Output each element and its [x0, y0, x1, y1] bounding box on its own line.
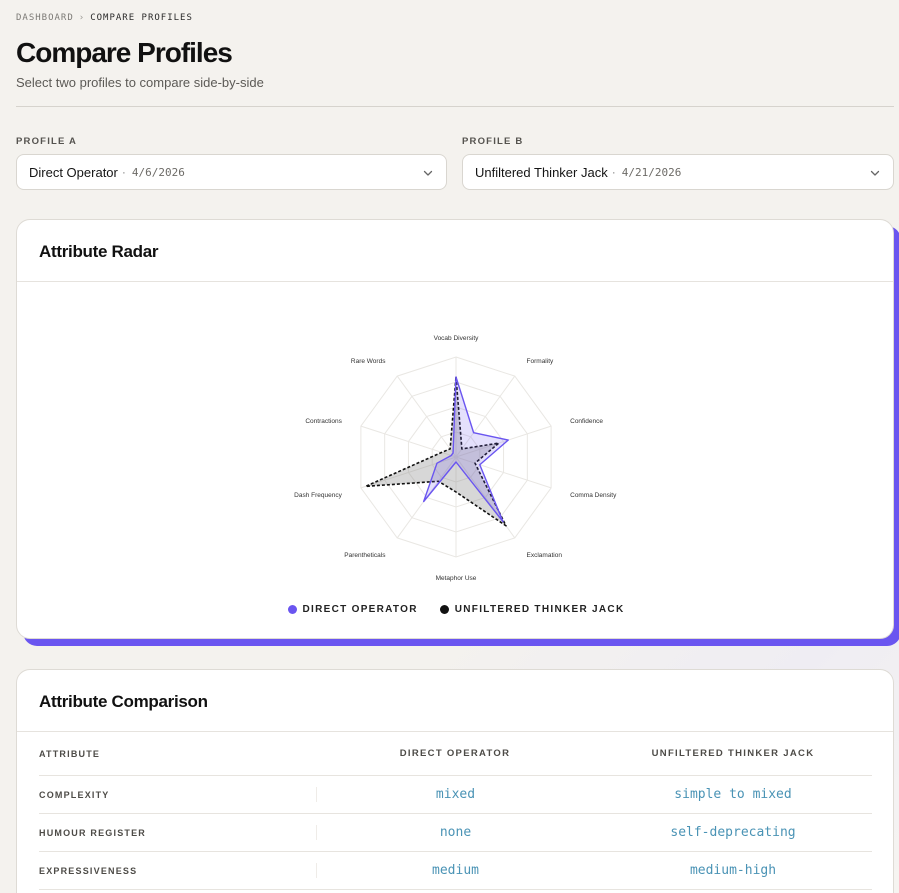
profile-a-name: Direct Operator	[29, 164, 118, 180]
chevron-down-icon	[870, 170, 880, 176]
comparison-table: ATTRIBUTE DIRECT OPERATOR UNFILTERED THI…	[39, 732, 872, 890]
radar-axis-label: Rare Words	[351, 358, 386, 365]
table-row: HUMOUR REGISTER none self-deprecating	[39, 814, 872, 852]
attribute-name: HUMOUR REGISTER	[39, 827, 147, 838]
radar-axis-label: Dash Frequency	[294, 492, 342, 499]
radar-axis-label: Contractions	[305, 418, 342, 425]
radar-axis-label: Formality	[527, 358, 554, 365]
column-header-attribute: ATTRIBUTE	[39, 748, 101, 759]
radar-axis-label: Metaphor Use	[436, 575, 477, 582]
profile-b-dot: ·	[611, 165, 616, 179]
header-divider	[16, 106, 894, 107]
profile-a-select[interactable]: Direct Operator · 4/6/2026	[16, 154, 447, 190]
attribute-name: COMPLEXITY	[39, 789, 110, 800]
legend-swatch	[439, 605, 449, 614]
attribute-radar-card: Attribute Radar Vocab Diversity Formality…	[16, 219, 894, 639]
radar-card-title: Attribute Radar	[39, 242, 159, 261]
breadcrumb-current: COMPARE PROFILES	[90, 13, 193, 23]
radar-legend: DIRECT OPERATOR UNFILTERED THINKER JACK	[17, 604, 895, 615]
column-header-profile-b: UNFILTERED THINKER JACK	[651, 748, 815, 759]
radar-axis-label: Confidence	[570, 418, 603, 425]
radar-chart: Vocab Diversity Formality Confidence Comma …	[294, 335, 617, 582]
table-row: COMPLEXITY mixed simple to mixed	[39, 776, 872, 814]
legend-label: DIRECT OPERATOR	[302, 604, 418, 615]
attribute-comparison-card: Attribute Comparison ATTRIBUTE DIRECT OP…	[16, 669, 894, 893]
profile-a-date: 4/6/2026	[131, 165, 185, 179]
profile-b-date: 4/21/2026	[621, 165, 682, 179]
page-title: Compare Profiles	[16, 37, 233, 68]
radar-axis-label: Parentheticals	[344, 552, 386, 559]
breadcrumb: DASHBOARD › COMPARE PROFILES	[16, 13, 193, 23]
radar-spoke	[396, 375, 457, 458]
profile-b-value: self-deprecating	[670, 825, 796, 840]
radar-card-header: Attribute Radar	[17, 220, 893, 282]
legend-swatch	[287, 605, 297, 614]
profile-a-dot: ·	[121, 165, 126, 179]
comparison-card-header: Attribute Comparison	[17, 670, 893, 732]
radar-series-direct-operator	[422, 376, 510, 523]
legend-item-unfiltered-thinker-jack: UNFILTERED THINKER JACK	[439, 604, 625, 615]
profile-b-name: Unfiltered Thinker Jack	[475, 164, 608, 180]
profile-b-value: medium-high	[689, 863, 777, 878]
attribute-name: EXPRESSIVENESS	[39, 865, 138, 876]
legend-item-direct-operator: DIRECT OPERATOR	[287, 604, 418, 615]
profile-a-label: PROFILE A	[16, 136, 78, 147]
table-row: EXPRESSIVENESS medium medium-high	[39, 852, 872, 890]
breadcrumb-separator: ›	[78, 13, 86, 23]
chevron-down-icon	[423, 170, 433, 176]
legend-label: UNFILTERED THINKER JACK	[454, 604, 625, 615]
breadcrumb-dashboard-link[interactable]: DASHBOARD	[16, 13, 74, 23]
profile-b-select[interactable]: Unfiltered Thinker Jack · 4/21/2026	[462, 154, 894, 190]
radar-axis-label: Exclamation	[527, 552, 563, 559]
comparison-card-title: Attribute Comparison	[39, 692, 208, 711]
column-header-profile-a: DIRECT OPERATOR	[399, 748, 511, 759]
table-header-row: ATTRIBUTE DIRECT OPERATOR UNFILTERED THI…	[39, 732, 872, 776]
profile-a-value: none	[316, 825, 594, 840]
radar-axis-label: Comma Density	[570, 492, 617, 499]
profile-b-value: simple to mixed	[674, 787, 792, 802]
profile-b-label: PROFILE B	[462, 136, 524, 147]
radar-axis-label: Vocab Diversity	[434, 335, 480, 342]
page-subtitle: Select two profiles to compare side-by-s…	[16, 75, 264, 90]
profile-a-value: medium	[316, 863, 594, 878]
profile-a-value: mixed	[316, 787, 594, 802]
